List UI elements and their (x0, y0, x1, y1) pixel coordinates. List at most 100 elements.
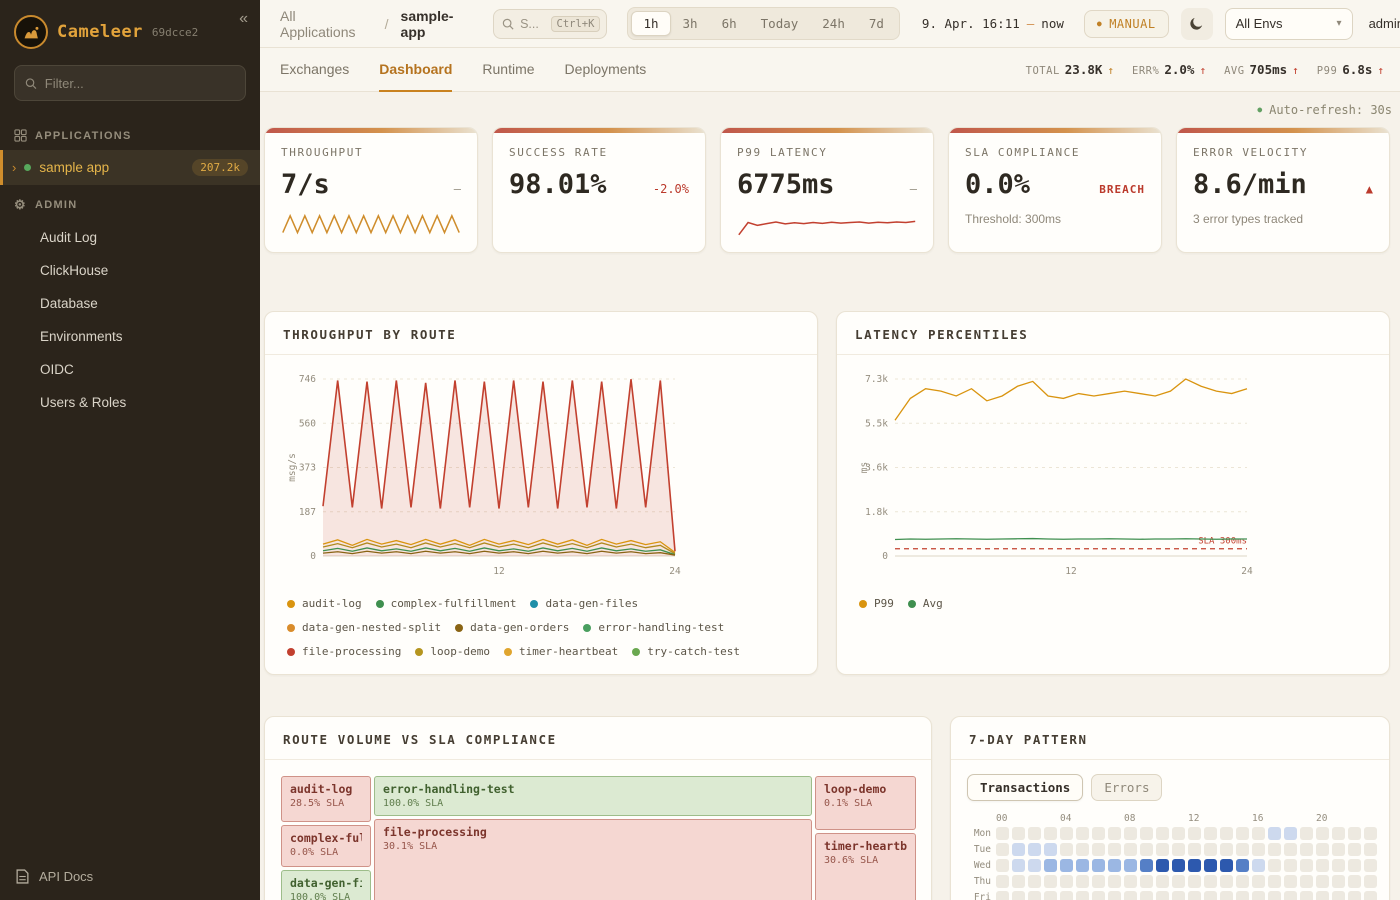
sidebar-item-api-docs[interactable]: API Docs (0, 853, 260, 900)
legend-item-try-catch-test[interactable]: try-catch-test (632, 645, 740, 658)
sample-app-label: sample app (39, 160, 184, 175)
hm-cell (1156, 859, 1169, 872)
hm-hour-label: 20 (1316, 813, 1329, 824)
hm-cell (1300, 859, 1313, 872)
sidebar-item-sample-app[interactable]: › sample app 207.2k (0, 150, 260, 185)
hm-cell (1044, 843, 1057, 856)
legend-label: data-gen-nested-split (302, 621, 441, 634)
sidebar-item-users-roles[interactable]: Users & Roles (0, 386, 260, 419)
stat-total: TOTAL23.8K↑ (1026, 62, 1114, 77)
hm-cell (1364, 891, 1377, 900)
legend-item-file-processing[interactable]: file-processing (287, 645, 401, 658)
autorefresh-label: Auto-refresh: 30s (1269, 103, 1392, 117)
svg-text:5.5k: 5.5k (865, 418, 888, 429)
legend-label: P99 (874, 597, 894, 610)
legend-item-complex-fulfillment[interactable]: complex-fulfillment (376, 597, 517, 610)
treemap-cell-sla: 100.0% SLA (383, 798, 803, 809)
hm-cell (1348, 859, 1361, 872)
kpi-sparkline (737, 209, 917, 243)
tab-deployments[interactable]: Deployments (565, 48, 647, 92)
env-select[interactable]: All Envs ▾ (1225, 8, 1353, 40)
sparkline (281, 209, 461, 243)
search-shortcut-kbd: Ctrl+K (551, 16, 601, 32)
panel-latency-percentiles: LATENCY PERCENTILES 7.3k5.5k3.6k1.8k0ms1… (836, 311, 1390, 675)
tab-runtime[interactable]: Runtime (482, 48, 534, 92)
tab-exchanges[interactable]: Exchanges (280, 48, 349, 92)
hm-cell (1076, 891, 1089, 900)
kpi-value: 6775ms (737, 169, 835, 200)
kpi-row: THROUGHPUT7/s–SUCCESS RATE98.01%-2.0%P99… (260, 127, 1400, 253)
global-search[interactable]: S... Ctrl+K (493, 9, 607, 39)
hm-cell (1316, 891, 1329, 900)
legend-item-error-handling-test[interactable]: error-handling-test (583, 621, 724, 634)
treemap-cell-loop-demo[interactable]: loop-demo0.1% SLA (815, 776, 916, 830)
sample-app-count-badge: 207.2k (192, 159, 248, 176)
hm-cell (1364, 875, 1377, 888)
time-period[interactable]: 9. Apr. 16:11 — now (922, 16, 1064, 31)
legend-item-data-gen-files[interactable]: data-gen-files (530, 597, 638, 610)
treemap-cell-data-gen-files[interactable]: data-gen-files100.0% SLA (281, 870, 371, 900)
time-range-3h[interactable]: 3h (671, 11, 710, 36)
svg-text:0: 0 (882, 551, 888, 562)
hm-cell (1076, 859, 1089, 872)
sidebar-item-database[interactable]: Database (0, 287, 260, 320)
hm-cell (1156, 827, 1169, 840)
sidebar-item-oidc[interactable]: OIDC (0, 353, 260, 386)
hm-cell (1028, 843, 1041, 856)
legend-item-data-gen-orders[interactable]: data-gen-orders (455, 621, 569, 634)
sidebar-item-clickhouse[interactable]: ClickHouse (0, 254, 260, 287)
toggle-errors[interactable]: Errors (1091, 774, 1162, 801)
legend-item-timer-heartbeat[interactable]: timer-heartbeat (504, 645, 618, 658)
svg-text:187: 187 (299, 507, 316, 518)
dark-mode-toggle[interactable] (1181, 8, 1213, 40)
treemap-cell-timer-heartbeat[interactable]: timer-heartbeat30.6% SLA (815, 833, 916, 900)
treemap-cell-audit-log[interactable]: audit-log28.5% SLA (281, 776, 371, 822)
hm-cell (1284, 827, 1297, 840)
treemap-cell-name: error-handling-test (383, 782, 803, 796)
time-range-24h[interactable]: 24h (810, 11, 857, 36)
legend-item-p99[interactable]: P99 (859, 597, 894, 610)
hm-cell (1076, 827, 1089, 840)
legend-dot (415, 648, 423, 656)
user-menu[interactable]: admin (1369, 16, 1400, 31)
sidebar-item-audit-log[interactable]: Audit Log (0, 221, 260, 254)
kpi-subtitle: Threshold: 300ms (965, 212, 1145, 226)
hm-cell (996, 891, 1009, 900)
stat-value: 23.8K (1065, 62, 1103, 77)
chevron-right-icon[interactable]: › (12, 160, 16, 175)
treemap-cell-file-processing[interactable]: file-processing30.1% SLA (374, 819, 812, 900)
hm-cell (1092, 891, 1105, 900)
treemap-cell-error-handling-test[interactable]: error-handling-test 100.0% SLA (374, 776, 812, 816)
sidebar-collapse-button[interactable]: « (239, 10, 248, 28)
moon-icon (1188, 15, 1205, 32)
kpi-card-p99-latency: P99 LATENCY6775ms– (720, 127, 934, 253)
time-range-1h[interactable]: 1h (631, 11, 670, 36)
hm-cell (1060, 891, 1073, 900)
sidebar-item-environments[interactable]: Environments (0, 320, 260, 353)
breadcrumb-root[interactable]: All Applications (280, 8, 373, 40)
time-range-today[interactable]: Today (749, 11, 811, 36)
tab-dashboard[interactable]: Dashboard (379, 48, 452, 92)
filter-input[interactable] (45, 76, 235, 91)
hm-cell (1028, 859, 1041, 872)
kpi-card-sla-compliance: SLA COMPLIANCE0.0%BREACHThreshold: 300ms (948, 127, 1162, 253)
chevron-down-icon: ▾ (1337, 18, 1342, 29)
legend-item-avg[interactable]: Avg (908, 597, 943, 610)
svg-text:12: 12 (1065, 566, 1076, 577)
hm-cell (1284, 859, 1297, 872)
time-range-7d[interactable]: 7d (857, 11, 896, 36)
legend-item-audit-log[interactable]: audit-log (287, 597, 362, 610)
hm-cell (1316, 859, 1329, 872)
manual-refresh-button[interactable]: ● MANUAL (1084, 10, 1169, 38)
treemap-cell-complex-fulfil[interactable]: complex-fulfil...0.0% SLA (281, 825, 371, 867)
toggle-transactions[interactable]: Transactions (967, 774, 1083, 801)
main-content: All Applications / sample-app S... Ctrl+… (260, 0, 1400, 900)
hm-cell (1092, 843, 1105, 856)
hm-cell (1204, 843, 1217, 856)
time-range-6h[interactable]: 6h (710, 11, 749, 36)
legend-item-data-gen-nested-split[interactable]: data-gen-nested-split (287, 621, 441, 634)
sidebar-filter[interactable] (14, 65, 246, 101)
treemap-cell-sla: 30.1% SLA (383, 841, 803, 852)
legend-item-loop-demo[interactable]: loop-demo (415, 645, 490, 658)
sidebar: Cameleer 69dcce2 « APPLICATIONS › sample… (0, 0, 260, 900)
